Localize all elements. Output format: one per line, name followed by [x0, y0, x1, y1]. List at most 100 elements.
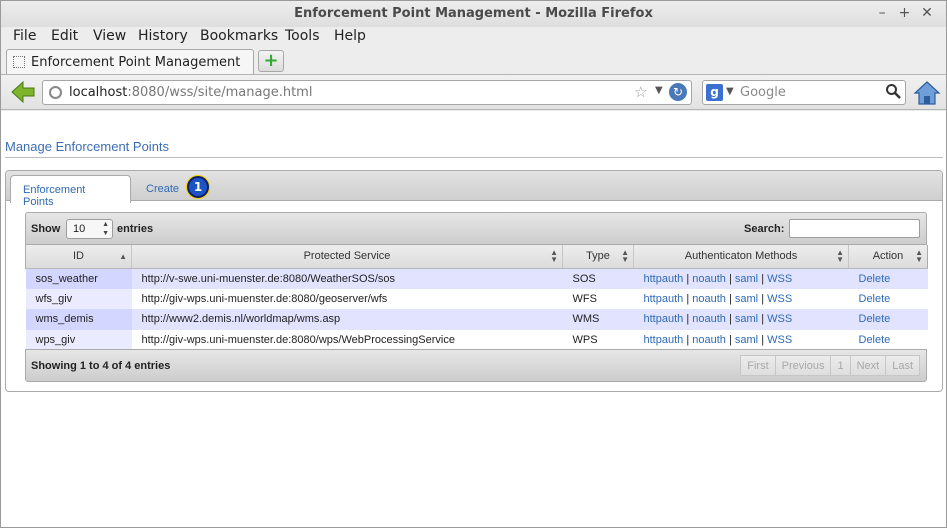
- browser-tab[interactable]: Enforcement Point Management: [6, 49, 254, 74]
- method-separator: |: [728, 333, 732, 346]
- tab-enforcement-points[interactable]: Enforcement Points: [10, 175, 131, 208]
- address-url[interactable]: localhost:8080/wss/site/manage.html: [69, 85, 312, 100]
- sort-icon: ▲ ▼: [621, 248, 629, 264]
- search-placeholder: Google: [740, 85, 786, 100]
- step-badge: 1: [187, 176, 209, 198]
- page-length-select[interactable]: 10 ▲ ▼: [66, 219, 113, 239]
- title-bar: Enforcement Point Management - Mozilla F…: [1, 1, 946, 27]
- magnifier-icon[interactable]: [885, 83, 901, 103]
- engine-dropdown-icon[interactable]: ▼: [726, 86, 734, 97]
- browser-window: Enforcement Point Management - Mozilla F…: [0, 0, 947, 528]
- column-header-methods[interactable]: Authenticaton Methods ▲ ▼: [633, 245, 849, 269]
- reload-icon[interactable]: ↻: [669, 83, 687, 101]
- cell-id: wms_demis: [25, 309, 132, 330]
- delete-link[interactable]: Delete: [859, 313, 891, 325]
- column-header-service[interactable]: Protected Service ▲ ▼: [131, 245, 563, 269]
- method-link-httpauth[interactable]: httpauth: [644, 293, 684, 305]
- back-arrow-icon[interactable]: [9, 80, 37, 106]
- method-link-httpauth[interactable]: httpauth: [644, 313, 684, 325]
- method-link-noauth[interactable]: noauth: [692, 313, 726, 325]
- method-link-wss[interactable]: WSS: [767, 293, 792, 305]
- pagination: First Previous 1 Next Last: [740, 355, 920, 376]
- show-label: Show: [31, 223, 61, 235]
- address-bar[interactable]: localhost:8080/wss/site/manage.html ☆ ▼ …: [42, 80, 692, 105]
- menu-history[interactable]: History: [138, 28, 188, 44]
- method-link-wss[interactable]: WSS: [767, 334, 792, 346]
- method-separator: |: [761, 313, 765, 326]
- column-header-type[interactable]: Type ▲ ▼: [562, 245, 634, 269]
- method-link-httpauth[interactable]: httpauth: [644, 273, 684, 285]
- pager-next-button[interactable]: Next: [849, 355, 887, 376]
- minimize-icon[interactable]: –: [873, 5, 891, 21]
- search-bar[interactable]: g ▼ Google: [702, 80, 906, 105]
- tabs-widget: Enforcement Points Create 1 Show 10 ▲ ▼ e…: [5, 170, 943, 392]
- search-label: Search:: [744, 223, 785, 235]
- table-row: sos_weather http://v-swe.uni-muenster.de:…: [25, 268, 928, 289]
- window-title: Enforcement Point Management - Mozilla F…: [294, 6, 653, 21]
- column-header-id[interactable]: ID ▲: [25, 245, 132, 269]
- method-link-saml[interactable]: saml: [735, 293, 758, 305]
- menu-file[interactable]: File: [13, 28, 36, 44]
- method-link-wss[interactable]: WSS: [767, 313, 792, 325]
- method-separator: |: [761, 333, 765, 346]
- home-icon[interactable]: [913, 79, 941, 107]
- history-dropdown-icon[interactable]: ▼: [655, 85, 663, 96]
- method-link-httpauth[interactable]: httpauth: [644, 334, 684, 346]
- page-content: Manage Enforcement Points Enforcement Po…: [1, 111, 946, 527]
- menu-edit[interactable]: Edit: [51, 28, 78, 44]
- divider: [5, 157, 943, 158]
- pager-last-button[interactable]: Last: [885, 355, 920, 376]
- table-search-input[interactable]: [789, 219, 920, 238]
- cell-methods: httpauth | noauth | saml | WSS: [633, 309, 849, 330]
- cell-type: WPS: [562, 329, 634, 350]
- page-length-value: 10: [73, 223, 86, 235]
- pager-previous-button[interactable]: Previous: [774, 355, 832, 376]
- method-link-saml[interactable]: saml: [735, 334, 758, 346]
- page-title: Manage Enforcement Points: [5, 139, 170, 154]
- method-link-noauth[interactable]: noauth: [692, 293, 726, 305]
- pager-first-button[interactable]: First: [740, 355, 776, 376]
- method-link-noauth[interactable]: noauth: [692, 273, 726, 285]
- globe-icon: [49, 86, 62, 99]
- pager-page-1-button[interactable]: 1: [830, 355, 851, 376]
- delete-link[interactable]: Delete: [859, 293, 891, 305]
- url-host: localhost: [69, 85, 128, 100]
- spinner-icon[interactable]: ▲ ▼: [102, 220, 109, 238]
- menu-help[interactable]: Help: [334, 28, 366, 44]
- menu-bookmarks[interactable]: Bookmarks: [200, 28, 278, 44]
- entries-label: entries: [117, 223, 154, 235]
- menu-tools[interactable]: Tools: [285, 28, 320, 44]
- new-tab-button[interactable]: +: [258, 50, 284, 72]
- maximize-icon[interactable]: +: [896, 5, 914, 21]
- close-icon[interactable]: ✕: [918, 5, 936, 21]
- method-separator: |: [728, 313, 732, 326]
- cell-methods: httpauth | noauth | saml | WSS: [633, 288, 849, 309]
- cell-action: Delete: [848, 288, 928, 309]
- method-separator: |: [686, 292, 690, 305]
- method-separator: |: [728, 272, 732, 285]
- menu-view[interactable]: View: [93, 28, 126, 44]
- cell-id: sos_weather: [25, 268, 132, 289]
- method-separator: |: [761, 272, 765, 285]
- tab-create[interactable]: Create: [134, 175, 188, 202]
- cell-type: SOS: [562, 268, 634, 289]
- method-separator: |: [728, 292, 732, 305]
- delete-link[interactable]: Delete: [859, 273, 891, 285]
- search-engine-icon[interactable]: g: [706, 84, 723, 101]
- cell-methods: httpauth | noauth | saml | WSS: [633, 268, 849, 289]
- sort-icon: ▲ ▼: [915, 248, 923, 264]
- cell-action: Delete: [848, 268, 928, 289]
- delete-link[interactable]: Delete: [859, 334, 891, 346]
- method-link-noauth[interactable]: noauth: [692, 334, 726, 346]
- method-link-wss[interactable]: WSS: [767, 273, 792, 285]
- table-toolbar: Show 10 ▲ ▼ entries Search:: [25, 212, 927, 245]
- sort-icon: ▲ ▼: [550, 248, 558, 264]
- bookmark-star-icon[interactable]: ☆: [634, 83, 647, 101]
- column-header-action[interactable]: Action ▲ ▼: [848, 245, 928, 269]
- browser-tab-strip: Enforcement Point Management +: [1, 47, 946, 74]
- cell-type: WMS: [562, 309, 634, 330]
- cell-action: Delete: [848, 329, 928, 350]
- method-separator: |: [761, 292, 765, 305]
- method-link-saml[interactable]: saml: [735, 273, 758, 285]
- method-link-saml[interactable]: saml: [735, 313, 758, 325]
